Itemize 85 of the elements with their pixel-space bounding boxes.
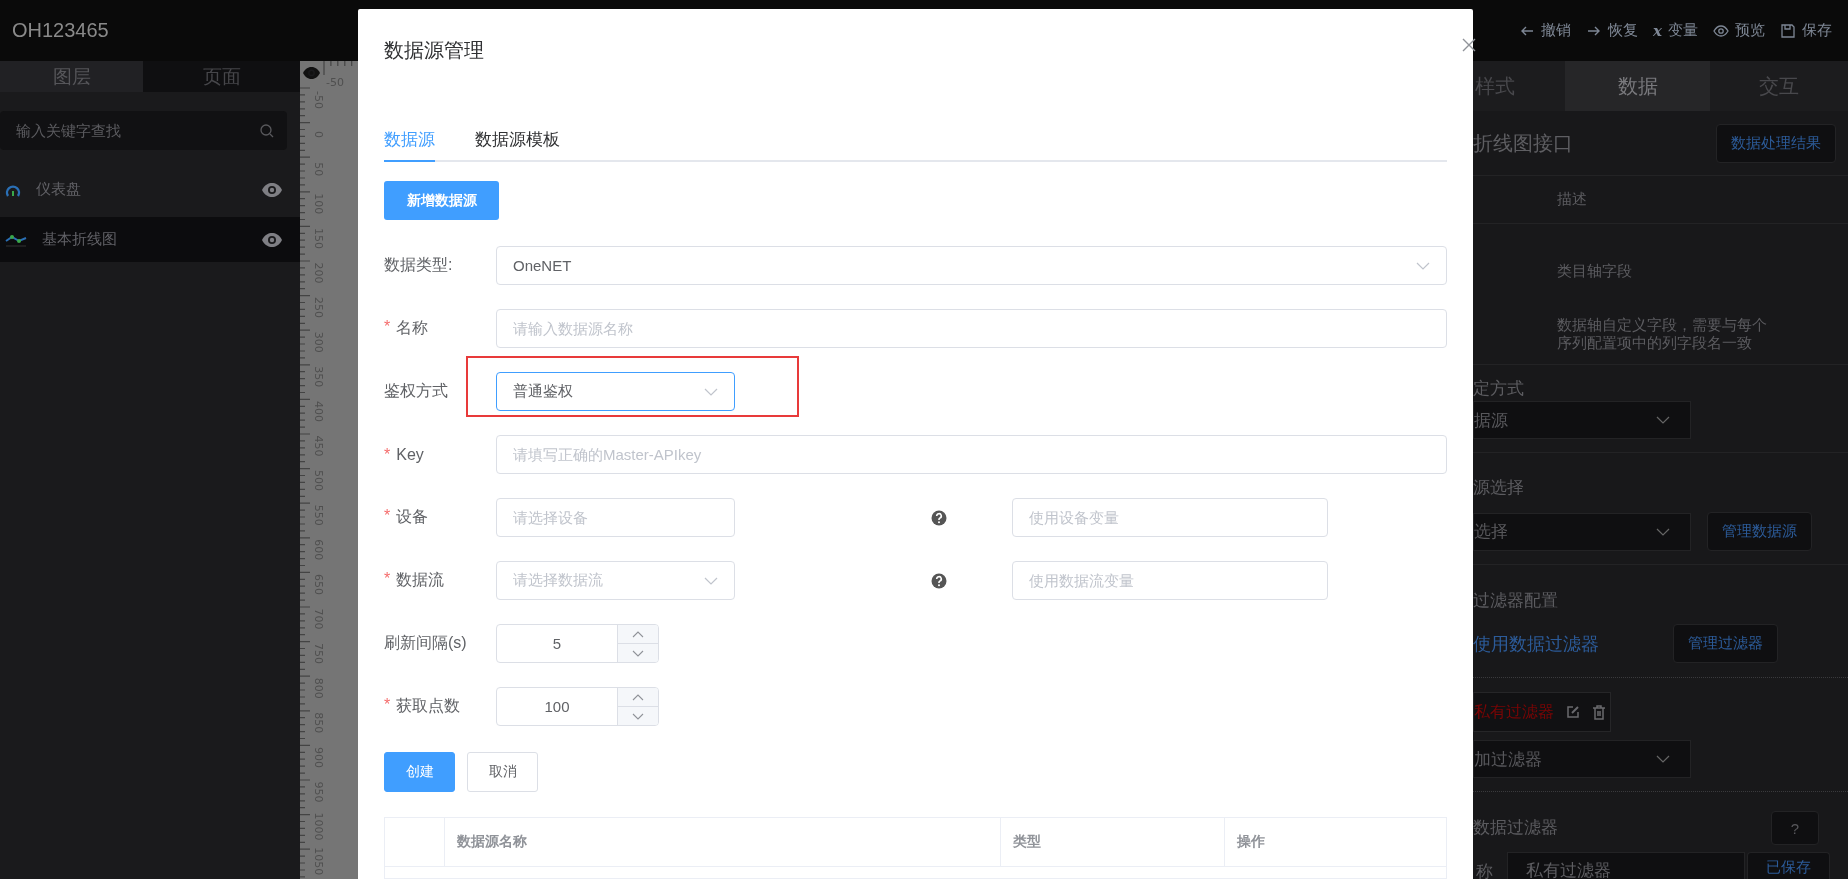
dialog-title: 数据源管理 [384,38,484,63]
chevron-down-icon [704,387,718,396]
required-mark: * [384,318,391,337]
toolbar-button[interactable]: x 变量 [1653,21,1698,40]
variable-field[interactable]: 使用设备变量 [1012,498,1328,537]
text-field[interactable]: 请填写正确的Master-APIkey [496,435,1447,474]
field-label: 名称 [396,318,429,338]
tab[interactable]: 数据源模板 [475,119,560,162]
search-field[interactable]: 输入关键字查找 [0,111,287,150]
required-mark: * [384,696,391,715]
chevron-down-icon [1656,416,1670,424]
column-header: 类型 [1000,818,1224,867]
toolbar-button[interactable]: 恢复 [1586,21,1639,40]
filter-tag: 私有过滤器 [1473,692,1611,732]
field-label: 源选择 [1473,478,1525,498]
dropdown[interactable]: 据源 [1473,401,1691,439]
manage-filters-button[interactable]: 管理过滤器 [1673,624,1778,663]
caret-down-icon[interactable] [632,649,644,657]
toolbar-button[interactable]: 撤销 [1519,21,1572,40]
tab[interactable]: 页面 [143,61,300,92]
number-field[interactable]: 5 [496,624,659,663]
save-icon [1780,22,1796,39]
field-label: 鉴权方式 [384,381,448,401]
app-title: OH123465 [12,19,109,42]
required-mark: * [384,570,391,589]
dropdown[interactable]: 加过滤器 [1473,740,1691,778]
field-label: 获取点数 [396,696,461,716]
toolbar-button[interactable]: 预览 [1713,21,1765,40]
table-cell-text: 类目轴字段 [1557,262,1633,280]
eye-icon[interactable] [303,67,320,79]
number-field[interactable]: 100 [496,687,659,726]
field-label: 数据流 [396,570,445,590]
eye-icon[interactable] [262,232,282,247]
field-label: 设备 [396,507,429,527]
toolbar-button[interactable]: 保存 [1780,21,1832,40]
caret-down-icon[interactable] [632,712,644,720]
caret-up-icon[interactable] [632,630,644,638]
help-icon[interactable] [931,509,947,526]
caret-up-icon[interactable] [632,693,644,701]
chevron-down-icon [1656,527,1670,536]
manage-sources-button[interactable]: 管理数据源 [1707,512,1812,551]
field-label: 定方式 [1473,379,1525,399]
field-label: 数据类型: [384,255,453,275]
field-label: 称 [1475,862,1494,879]
close-icon [1462,38,1476,52]
dropdown[interactable]: 普通鉴权 [496,372,735,411]
chevron-down-icon [1416,261,1430,270]
variable-field[interactable]: 使用数据流变量 [1012,561,1328,600]
section-title: 过滤器配置 [1473,591,1559,611]
layer-item[interactable]: 基本折线图 [0,217,300,262]
dropdown[interactable]: 请选择数据流 [496,561,735,600]
text-field[interactable]: 请输入数据源名称 [496,309,1447,348]
section-title: 数据过滤器 [1473,818,1558,838]
filter-link[interactable]: 使用数据过滤器 [1473,631,1673,656]
eye-icon [1713,22,1729,39]
column-header: 操作 [1224,818,1446,867]
saved-button[interactable]: 已保存 [1747,852,1830,879]
variable-icon: x [1653,21,1662,40]
search-icon [259,123,275,139]
add-source-button[interactable]: 新增数据源 [384,181,499,220]
dropdown[interactable]: 选择 [1473,512,1691,551]
chevron-down-icon [704,576,718,585]
create-button[interactable]: 创建 [384,752,455,792]
help-button[interactable]: ? [1771,811,1819,845]
column-header: 数据源名称 [444,818,1000,867]
panel-title: 折线图接口 [1473,130,1573,156]
required-mark: * [384,445,391,464]
eye-icon[interactable] [262,182,282,197]
name-field[interactable]: 私有过滤器 [1507,852,1745,879]
column-header: 描述 [1557,190,1587,209]
trash-icon[interactable] [1592,704,1606,720]
field-label: 刷新间隔(s) [384,633,467,653]
dropdown[interactable]: OneNET [496,246,1447,285]
chevron-down-icon [1656,755,1670,763]
edit-icon[interactable] [1566,705,1580,719]
cancel-button[interactable]: 取消 [467,752,538,792]
help-icon[interactable] [931,572,947,589]
result-button[interactable]: 数据处理结果 [1716,123,1836,163]
tab[interactable]: 数据源 [384,119,435,162]
required-mark: * [384,507,391,526]
tab[interactable]: 数据 [1565,61,1710,111]
line-chart-icon [5,232,27,247]
field-label: Key [396,445,424,464]
close-button[interactable] [1462,38,1476,52]
text-field[interactable]: 请选择设备 [496,498,735,537]
